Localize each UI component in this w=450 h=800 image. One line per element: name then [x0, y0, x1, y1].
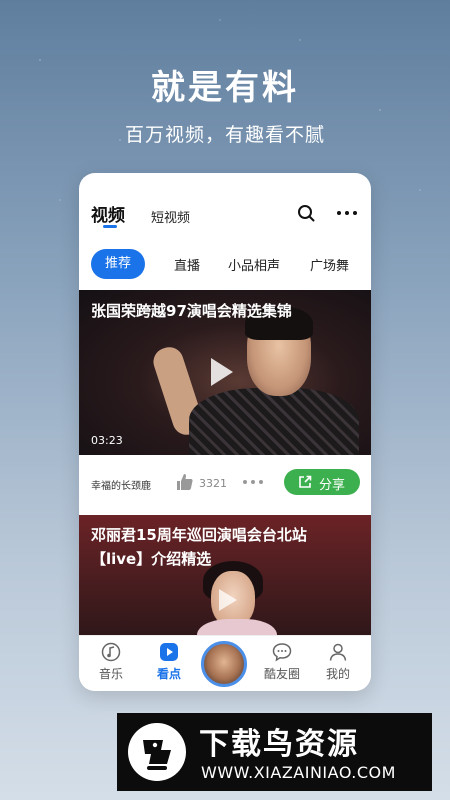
nav-friends[interactable]: 酷友圈: [254, 642, 310, 682]
user-icon: [329, 643, 347, 661]
nav-music[interactable]: 音乐: [83, 642, 139, 682]
active-tab-indicator: [103, 225, 117, 228]
nav-watch[interactable]: 看点: [141, 642, 197, 682]
app-screen: 视频 短视频 推荐 直播 小品相声 广场舞 张国荣跨越97演唱会精选集锦 03:…: [79, 173, 371, 691]
avatar[interactable]: [201, 641, 247, 687]
thumbnail-figure-body: [189, 388, 359, 455]
video-title[interactable]: 张国荣跨越97演唱会精选集锦: [91, 300, 292, 321]
banner-title: 下载鸟资源: [199, 727, 359, 762]
nav-friends-label: 酷友圈: [263, 667, 300, 681]
video-card-thumbnail-2[interactable]: 邓丽君15周年巡回演唱会台北站 【live】介绍精选: [79, 515, 371, 645]
chat-icon: [272, 643, 292, 662]
top-bar: 视频 短视频: [79, 173, 371, 229]
video-author[interactable]: 幸福的长颈鹿: [91, 477, 151, 492]
nav-profile[interactable]: 我的: [310, 642, 366, 682]
music-icon: [101, 642, 121, 662]
bottom-nav: 音乐 看点 酷友圈 我的: [79, 635, 371, 691]
tab-video[interactable]: 视频: [91, 201, 125, 226]
category-skits[interactable]: 小品相声: [228, 255, 280, 274]
banner-url: WWW.XIAZAINIAO.COM: [201, 763, 396, 782]
share-icon: [299, 475, 312, 488]
promo-subline: 百万视频，有趣看不腻: [124, 124, 325, 146]
play-icon[interactable]: [211, 358, 233, 386]
promo-headline: 就是有料: [151, 68, 299, 108]
nav-watch-label: 看点: [156, 667, 181, 681]
play-icon: [160, 643, 178, 661]
category-recommend[interactable]: 推荐: [91, 249, 145, 279]
share-label: 分享: [319, 478, 346, 493]
video-meta-row: 幸福的长颈鹿 3321 分享: [79, 455, 371, 515]
video-title-line-1: 邓丽君15周年巡回演唱会台北站: [91, 526, 307, 544]
like-count: 3321: [199, 477, 227, 490]
watermark-banner: 下载鸟资源 WWW.XIAZAINIAO.COM: [117, 713, 432, 791]
category-live[interactable]: 直播: [174, 255, 200, 274]
search-icon[interactable]: [297, 204, 315, 222]
share-button[interactable]: 分享: [284, 469, 360, 495]
video-title-2[interactable]: 邓丽君15周年巡回演唱会台北站 【live】介绍精选: [91, 523, 307, 571]
category-square-dance[interactable]: 广场舞: [310, 255, 349, 274]
video-title-line-2: 【live】介绍精选: [91, 550, 212, 568]
nav-music-label: 音乐: [98, 667, 123, 681]
more-options-icon[interactable]: [241, 475, 265, 489]
more-icon[interactable]: [335, 203, 359, 223]
play-icon[interactable]: [219, 589, 237, 611]
nav-profile-label: 我的: [325, 667, 350, 681]
category-bar: 推荐 直播 小品相声 广场舞: [79, 249, 371, 281]
bird-logo-icon: [128, 723, 186, 781]
tab-short-video[interactable]: 短视频: [151, 207, 190, 226]
video-duration: 03:23: [91, 434, 123, 447]
thumbs-up-icon[interactable]: [175, 472, 195, 492]
video-card-thumbnail[interactable]: 张国荣跨越97演唱会精选集锦 03:23: [79, 290, 371, 455]
